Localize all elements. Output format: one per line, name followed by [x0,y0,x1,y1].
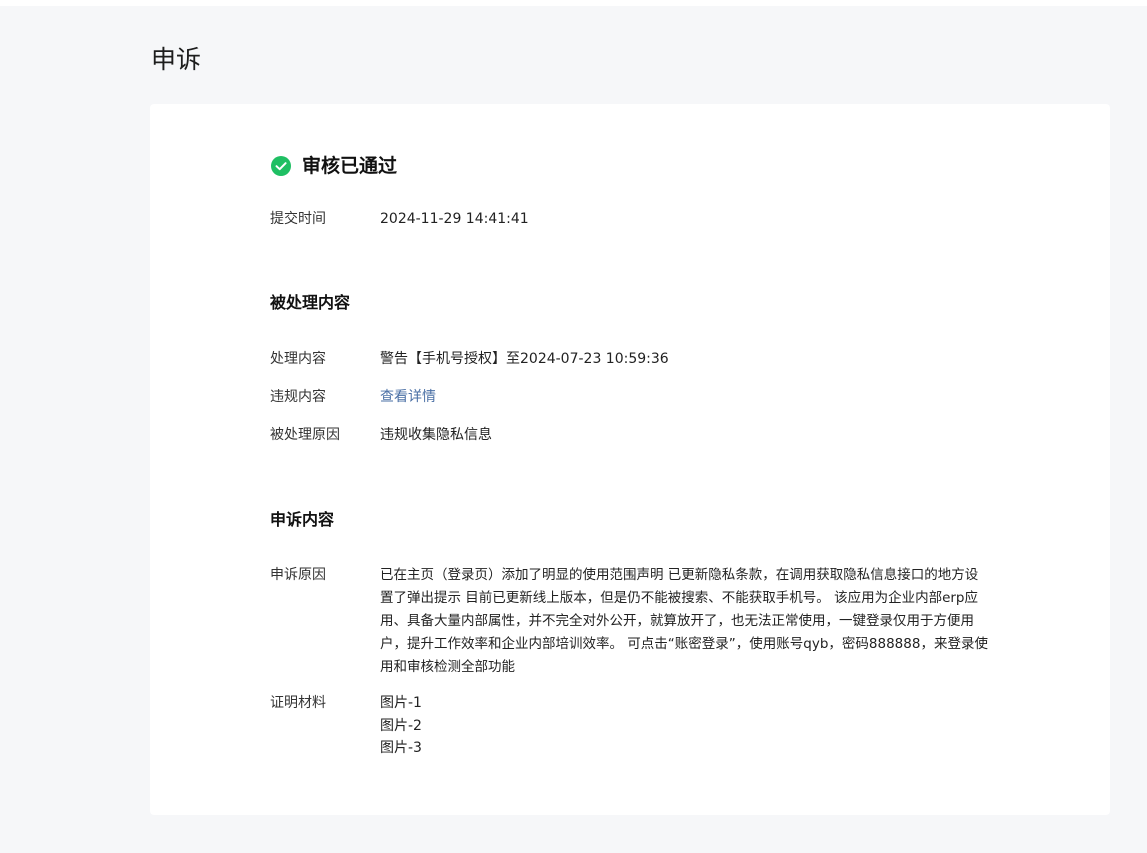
page-title: 申诉 [151,45,202,74]
check-circle-icon [271,156,291,176]
handled-reason-value: 违规收集隐私信息 [380,427,492,443]
handled-reason-label: 被处理原因 [270,427,340,443]
submit-time-row: 提交时间 2024-11-29 14:41:41 [270,208,529,230]
material-item[interactable]: 图片-3 [380,737,422,760]
appeal-reason-text: 已在主页（登录页）添加了明显的使用范围声明 已更新隐私条款，在调用获取隐私信息接… [380,567,988,675]
appeal-reason-row: 申诉原因 已在主页（登录页）添加了明显的使用范围声明 已更新隐私条款，在调用获取… [270,564,990,679]
submit-time-label: 提交时间 [270,211,326,227]
appeal-card: 审核已通过 提交时间 2024-11-29 14:41:41 被处理内容 处理内… [150,104,1110,815]
appeal-section-title: 申诉内容 [270,510,335,529]
review-status: 审核已通过 [270,152,397,180]
appeal-reason-label: 申诉原因 [270,567,326,583]
proof-materials-row: 证明材料 图片-1 图片-2 图片-3 [270,692,422,760]
violation-content-row: 违规内容 查看详情 [270,386,436,408]
proof-materials-list: 图片-1 图片-2 图片-3 [380,692,422,760]
proof-materials-label: 证明材料 [270,695,326,711]
material-item[interactable]: 图片-1 [380,692,422,715]
handled-content-label: 处理内容 [270,351,326,367]
handled-content-value: 警告【手机号授权】至2024-07-23 10:59:36 [380,351,669,367]
violation-content-label: 违规内容 [270,389,326,405]
view-details-link[interactable]: 查看详情 [380,386,436,408]
material-item[interactable]: 图片-2 [380,715,422,738]
top-bar [0,0,1147,6]
submit-time-value: 2024-11-29 14:41:41 [380,211,529,227]
handled-section-title: 被处理内容 [270,293,351,312]
status-text: 审核已通过 [302,155,398,177]
handled-reason-row: 被处理原因 违规收集隐私信息 [270,424,492,446]
handled-content-row: 处理内容 警告【手机号授权】至2024-07-23 10:59:36 [270,348,669,370]
